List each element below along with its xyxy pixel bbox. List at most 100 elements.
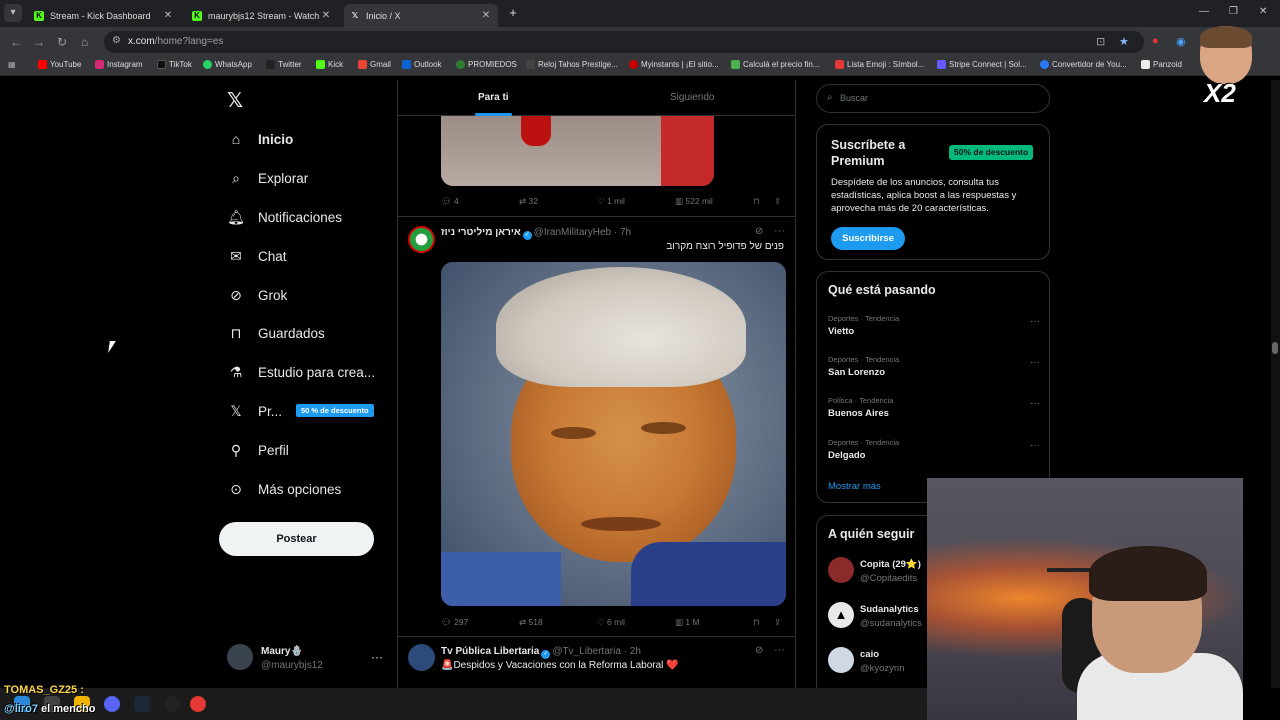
steam-icon[interactable] [134, 696, 150, 712]
more-icon[interactable]: ··· [1030, 398, 1040, 409]
avatar[interactable] [408, 226, 435, 253]
bookmark-emoji[interactable]: Lista Emoji : Símbol... [835, 60, 924, 69]
x-logo-icon[interactable]: 𝕏 [227, 88, 243, 113]
bookmark-whatsapp[interactable]: WhatsApp [203, 60, 252, 69]
browser-tab-kick-dashboard[interactable]: K Stream - Kick Dashboard ✕ [28, 4, 180, 27]
home-icon[interactable]: ⌂ [81, 35, 88, 49]
tweet-actions: 💬︎ 4 ⇄ 32 ♡ 1 mil ▥ 522 mil ⊓ ⇪ [441, 196, 791, 210]
nav-item-perfil[interactable]: ⚲ Perfil [227, 441, 289, 459]
trend-title: San Lorenzo [828, 367, 886, 378]
more-icon[interactable]: ··· [1030, 316, 1040, 327]
repost-button[interactable]: ⇄ 518 [519, 617, 543, 628]
bookmark-reloj[interactable]: Reloj Tahos Prestige... [526, 60, 618, 69]
obs-icon[interactable] [164, 696, 180, 712]
bookmark-outlook[interactable]: Outlook [402, 60, 442, 69]
more-icon[interactable]: ··· [774, 225, 785, 237]
tab-search-button[interactable]: ▾ [4, 4, 22, 22]
scrollbar-thumb[interactable] [1272, 342, 1278, 354]
trend-item[interactable]: Deportes · Tendencia Delgado ··· [828, 438, 1040, 476]
browser-tab-kick-stream[interactable]: K maurybjs12 Stream - Watch Live ✕ [186, 4, 338, 27]
minimize-icon[interactable]: — [1199, 6, 1209, 17]
views-button[interactable]: ▥ 1 M [675, 617, 700, 628]
avatar[interactable] [408, 644, 435, 671]
bookmark-instagram[interactable]: Instagram [95, 60, 143, 69]
nav-item-guardados[interactable]: ⊓ Guardados [227, 324, 325, 342]
nav-item-grok[interactable]: ⊘ Grok [227, 286, 287, 304]
nav-item-premium[interactable]: 𝕏 Pr... [227, 402, 282, 420]
post-button[interactable]: Postear [219, 522, 374, 556]
share-icon[interactable]: ⇪ [774, 196, 781, 207]
account-switcher[interactable]: Maury🪬 @maurybjs12 ··· [227, 644, 387, 674]
maximize-icon[interactable]: ❐ [1229, 6, 1238, 17]
nav-item-notificaciones[interactable]: 🔔︎ Notificaciones [227, 208, 342, 226]
more-icon[interactable]: ··· [1030, 357, 1040, 368]
bookmark-star-icon[interactable]: ★ [1119, 35, 1129, 48]
tweet-photo[interactable] [441, 262, 786, 606]
url-text[interactable]: x.com/home?lang=es [128, 36, 223, 47]
site-info-icon[interactable]: ⚙ [112, 35, 121, 46]
tweet-author[interactable]: איראן מיליטרי ניוז ✓ @IranMilitaryHeb · 7h [441, 227, 631, 240]
install-app-icon[interactable]: ⊡ [1096, 35, 1105, 48]
nav-item-chat[interactable]: ✉ Chat [227, 247, 286, 265]
grok-icon[interactable]: ⊘ [755, 645, 763, 656]
reply-button[interactable]: 💬︎ 297 [441, 617, 468, 628]
trend-item[interactable]: Deportes · Tendencia San Lorenzo ··· [828, 355, 1040, 393]
back-icon[interactable]: ← [10, 35, 22, 49]
bookmarks-bar: ▦ YouTube Instagram TikTok WhatsApp Twit… [0, 57, 1280, 76]
new-tab-button[interactable]: + [505, 5, 521, 21]
extension-icon[interactable]: ● [1152, 35, 1159, 47]
repost-button[interactable]: ⇄ 32 [519, 196, 538, 207]
bookmark-icon[interactable]: ⊓ [753, 196, 760, 207]
tab-para-ti[interactable]: Para ti [478, 92, 509, 103]
reload-icon[interactable]: ↻ [57, 35, 67, 49]
nav-item-inicio[interactable]: ⌂ Inicio [227, 130, 294, 148]
panzoid-icon [1141, 60, 1150, 69]
bookmark-twitter[interactable]: Twitter [266, 60, 302, 69]
show-more-link[interactable]: Mostrar más [828, 481, 881, 492]
bookmark-youtube[interactable]: YouTube [38, 60, 81, 69]
bookmark-calcula[interactable]: Calculá el precio fin... [731, 60, 819, 69]
page-scrollbar[interactable] [1271, 80, 1280, 688]
bookmark-icon[interactable]: ⊓ [753, 617, 760, 628]
close-tab-icon[interactable]: ✕ [480, 10, 492, 21]
tab-siguiendo[interactable]: Siguiendo [670, 92, 714, 103]
reply-button[interactable]: 💬︎ 4 [441, 196, 459, 207]
bookmark-kick[interactable]: Kick [316, 60, 343, 69]
nav-item-explorar[interactable]: ⌕ Explorar [227, 169, 308, 187]
address-bar[interactable]: ⚙ x.com/home?lang=es [104, 31, 1144, 53]
subscribe-button[interactable]: Suscribirse [831, 227, 905, 250]
bookmark-stripe[interactable]: Stripe Connect | Sol... [937, 60, 1027, 69]
more-icon[interactable]: ··· [774, 644, 785, 656]
search-input[interactable]: ⌕ Buscar [816, 84, 1050, 113]
trend-item[interactable]: Política · Tendencia Buenos Aires ··· [828, 396, 1040, 434]
close-tab-icon[interactable]: ✕ [162, 10, 174, 21]
extension-icon[interactable]: ◉ [1176, 35, 1186, 48]
media-player-icon[interactable] [190, 696, 206, 712]
bookmark-myinstants[interactable]: Myinstants | ¡El sitio... [629, 60, 719, 69]
grok-icon[interactable]: ⊘ [755, 226, 763, 237]
nav-item-mas-opciones[interactable]: ⊙ Más opciones [227, 480, 341, 498]
more-icon[interactable]: ··· [371, 650, 383, 664]
like-button[interactable]: ♡ 1 mil [597, 196, 625, 207]
like-button[interactable]: ♡ 6 mil [597, 617, 625, 628]
close-window-icon[interactable]: ✕ [1259, 6, 1267, 17]
views-button[interactable]: ▥ 522 mil [675, 196, 713, 207]
bookmark-tiktok[interactable]: TikTok [157, 60, 192, 69]
more-icon[interactable]: ··· [1030, 440, 1040, 451]
tweet-media[interactable] [441, 116, 714, 186]
forward-icon[interactable]: → [33, 35, 45, 49]
discord-icon[interactable] [104, 696, 120, 712]
bookmark-promiedos[interactable]: PROMIEDOS [456, 60, 517, 69]
nav-item-estudio[interactable]: ⚗ Estudio para crea... [227, 363, 375, 381]
close-tab-icon[interactable]: ✕ [320, 10, 332, 21]
nav-label: Estudio para crea... [258, 364, 376, 380]
bookmark-gmail[interactable]: Gmail [358, 60, 391, 69]
trend-item[interactable]: Deportes · Tendencia Vietto ··· [828, 314, 1040, 352]
share-icon[interactable]: ⇪ [774, 617, 781, 628]
bookmark-convertidor[interactable]: Convertidor de You... [1040, 60, 1127, 69]
browser-tab-x-home[interactable]: 𝕏 Inicio / X ✕ [344, 4, 498, 27]
apps-grid-icon[interactable]: ▦ [8, 60, 16, 69]
bookmark-panzoid[interactable]: Panzoid [1141, 60, 1182, 69]
tweet-author[interactable]: Tv Pública Libertaria ✓ @Tv_Libertaria · 2… [441, 646, 641, 659]
follow-title: A quién seguir [828, 527, 915, 541]
